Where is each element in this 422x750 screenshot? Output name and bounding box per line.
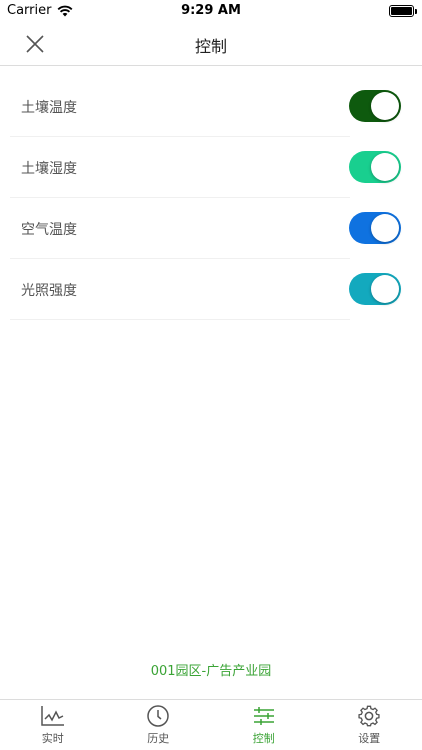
sliders-icon [253,707,274,725]
control-row: 土壤湿度 [10,137,401,198]
tab-label: 历史 [147,732,170,745]
tab-label: 设置 [358,732,381,745]
battery-icon [389,5,417,17]
toggle-switch[interactable] [349,151,401,183]
control-list: 土壤温度土壤湿度空气温度光照强度 [0,76,422,320]
toggle-knob [371,92,399,120]
park-name: 001园区-广告产业园 [150,664,272,679]
control-label: 土壤湿度 [21,161,77,177]
toggle-knob [371,153,399,181]
tab-label: 实时 [41,732,64,745]
status-bar: Carrier 9:29 AM [0,0,422,22]
control-label: 土壤温度 [21,100,77,116]
tab-settings[interactable]: 设置 [317,700,422,750]
control-row: 空气温度 [10,198,401,259]
toggle-switch[interactable] [349,273,401,305]
toggle-knob [371,275,399,303]
nav-bar: 控制 [0,22,422,66]
clock-icon [147,705,169,727]
tab-bar: 实时 历史 控制 设置 [0,699,422,750]
tab-control[interactable]: 控制 [211,700,317,750]
chart-icon [41,706,64,726]
tab-realtime[interactable]: 实时 [0,700,106,750]
page-title: 控制 [194,37,227,56]
control-label: 光照强度 [21,283,77,299]
tab-history[interactable]: 历史 [106,700,212,750]
toggle-switch[interactable] [349,90,401,122]
control-row: 土壤温度 [10,76,401,137]
toggle-knob [371,214,399,242]
control-row: 光照强度 [10,259,401,320]
gear-icon [358,705,380,727]
status-time: 9:29 AM [181,3,241,18]
tab-label: 控制 [252,732,275,745]
toggle-switch[interactable] [349,212,401,244]
control-label: 空气温度 [21,222,77,238]
